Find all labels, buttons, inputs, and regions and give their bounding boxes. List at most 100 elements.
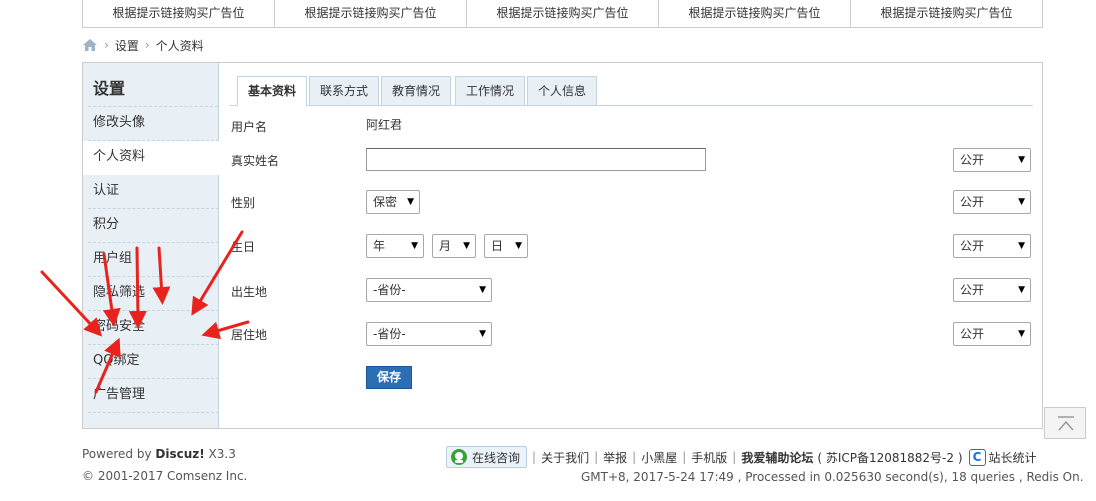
select-value: 月	[439, 239, 452, 253]
sidebar-item-label: QQ绑定	[93, 353, 140, 368]
footer-link-report[interactable]: 举报	[603, 449, 627, 466]
birthday-privacy-select[interactable]: 公开 ▼	[953, 234, 1031, 258]
discuz-version: X3.3	[204, 447, 236, 461]
birthday-label: 生日	[231, 240, 256, 254]
discuz-link[interactable]: Discuz!	[155, 447, 204, 461]
chevron-right-icon: ›	[104, 38, 109, 52]
ad-slot[interactable]: 根据提示链接购买广告位	[83, 0, 275, 27]
back-to-top-button[interactable]	[1044, 407, 1086, 439]
footer-link-mobile[interactable]: 手机版	[691, 449, 727, 466]
online-consult-label: 在线咨询	[472, 450, 521, 465]
username-value: 阿红君	[366, 118, 403, 132]
birthplace-label: 出生地	[231, 285, 268, 299]
sidebar-item-credits[interactable]: 积分	[83, 209, 219, 243]
gender-privacy-select[interactable]: 公开 ▼	[953, 190, 1031, 214]
sidebar-item-label: 积分	[93, 217, 120, 232]
main-panel	[82, 62, 1043, 429]
dropdown-arrow-icon: ▼	[411, 241, 418, 251]
sidebar-item-password[interactable]: 密码安全	[83, 311, 219, 345]
sidebar-item-label: 广告管理	[93, 387, 146, 402]
dropdown-arrow-icon: ▼	[1018, 241, 1025, 251]
select-value: -省份-	[373, 327, 406, 341]
dropdown-arrow-icon: ▼	[1018, 155, 1025, 165]
profile-tabs: 基本资料 联系方式 教育情况 工作情况 个人信息	[230, 73, 1033, 107]
server-status: GMT+8, 2017-5-24 17:49 , Processed in 0.…	[581, 470, 1084, 484]
realname-privacy-select[interactable]: 公开 ▼	[953, 148, 1031, 172]
dropdown-arrow-icon: ▼	[479, 285, 486, 295]
powered-by: Powered by Discuz! X3.3	[82, 447, 236, 461]
sidebar-item-verify[interactable]: 认证	[83, 175, 219, 209]
sidebar-item-label: 修改头像	[93, 115, 146, 130]
powered-prefix: Powered by	[82, 447, 156, 461]
birthplace-privacy-select[interactable]: 公开 ▼	[953, 278, 1031, 302]
icp-link[interactable]: ( 苏ICP备12081882号-2 )	[817, 449, 962, 466]
select-value: 保密	[373, 195, 398, 209]
sidebar-item-label: 个人资料	[93, 149, 146, 164]
ad-slot[interactable]: 根据提示链接购买广告位	[659, 0, 851, 27]
tab-education[interactable]: 教育情况	[381, 76, 452, 106]
sidebar-item-profile[interactable]: 个人资料	[83, 141, 220, 175]
tab-personal[interactable]: 个人信息	[527, 76, 598, 106]
sidebar-item-ads[interactable]: 广告管理	[83, 379, 219, 413]
select-value: 公开	[960, 283, 985, 297]
stats-icon[interactable]: C	[968, 448, 986, 466]
select-value: 公开	[960, 195, 985, 209]
chevron-right-icon: ›	[144, 38, 150, 52]
realname-label: 真实姓名	[231, 154, 280, 168]
gender-select[interactable]: 保密 ▼	[366, 190, 420, 214]
breadcrumb-profile[interactable]: 个人资料	[156, 37, 204, 54]
ad-slot[interactable]: 根据提示链接购买广告位	[275, 0, 467, 27]
footer-link-blacklist[interactable]: 小黑屋	[641, 449, 677, 466]
ad-bar: 根据提示链接购买广告位 根据提示链接购买广告位 根据提示链接购买广告位 根据提示…	[82, 0, 1043, 28]
stats-link[interactable]: 站长统计	[989, 449, 1037, 466]
birth-month-select[interactable]: 月 ▼	[432, 234, 476, 258]
birthplace-province-select[interactable]: -省份- ▼	[366, 278, 492, 302]
tab-contact[interactable]: 联系方式	[309, 76, 380, 106]
sidebar-item-label: 认证	[93, 183, 120, 198]
select-value: 公开	[960, 327, 985, 341]
sidebar-item-avatar[interactable]: 修改头像	[83, 107, 219, 141]
dropdown-arrow-icon: ▼	[515, 241, 522, 251]
dropdown-arrow-icon: ▼	[1018, 197, 1025, 207]
footer-links: 在线咨询 | 关于我们 | 举报 | 小黑屋 | 手机版 | 我爱辅助论坛 ( …	[446, 445, 1037, 469]
copyright: © 2001-2017 Comsenz Inc.	[82, 469, 248, 483]
sidebar-item-usergroup[interactable]: 用户组	[83, 243, 219, 277]
dropdown-arrow-icon: ▼	[463, 241, 470, 251]
forum-name-link[interactable]: 我爱辅助论坛	[741, 449, 813, 466]
ad-slot[interactable]: 根据提示链接购买广告位	[851, 0, 1042, 27]
sidebar-item-label: 用户组	[93, 251, 133, 266]
footer-link-about[interactable]: 关于我们	[541, 449, 589, 466]
username-label: 用户名	[231, 120, 268, 134]
gender-label: 性别	[231, 196, 256, 210]
online-consult-button[interactable]: 在线咨询	[446, 446, 528, 468]
sidebar-item-privacy[interactable]: 隐私筛选	[83, 277, 219, 311]
sidebar-item-qq[interactable]: QQ绑定	[83, 345, 219, 379]
dropdown-arrow-icon: ▼	[1018, 285, 1025, 295]
select-value: 年	[373, 239, 386, 253]
save-button[interactable]: 保存	[366, 366, 412, 389]
sidebar-title: 设置	[93, 79, 126, 98]
residence-province-select[interactable]: -省份- ▼	[366, 322, 492, 346]
tab-basic[interactable]: 基本资料	[237, 76, 308, 107]
dropdown-arrow-icon: ▼	[407, 197, 414, 207]
realname-input[interactable]	[366, 148, 706, 171]
sidebar-item-label: 密码安全	[93, 319, 146, 334]
birth-year-select[interactable]: 年 ▼	[366, 234, 424, 258]
settings-sidebar: 设置 修改头像 个人资料 认证 积分 用户组 隐私筛选 密码安全 QQ绑定 广告…	[83, 63, 220, 428]
arrow-up-icon	[1058, 416, 1074, 431]
home-icon[interactable]	[82, 38, 98, 52]
select-value: 公开	[960, 153, 985, 167]
tab-work[interactable]: 工作情况	[455, 76, 526, 106]
sidebar-item-label: 隐私筛选	[93, 285, 146, 300]
residence-label: 居住地	[231, 328, 268, 342]
select-value: 日	[491, 239, 504, 253]
dropdown-arrow-icon: ▼	[479, 329, 486, 339]
breadcrumb-settings[interactable]: 设置	[115, 37, 139, 54]
dropdown-arrow-icon: ▼	[1018, 329, 1025, 339]
ad-slot[interactable]: 根据提示链接购买广告位	[467, 0, 659, 27]
breadcrumb: › 设置 › 个人资料	[82, 35, 204, 55]
chat-icon	[451, 449, 467, 465]
birth-day-select[interactable]: 日 ▼	[484, 234, 528, 258]
residence-privacy-select[interactable]: 公开 ▼	[953, 322, 1031, 346]
select-value: 公开	[960, 239, 985, 253]
